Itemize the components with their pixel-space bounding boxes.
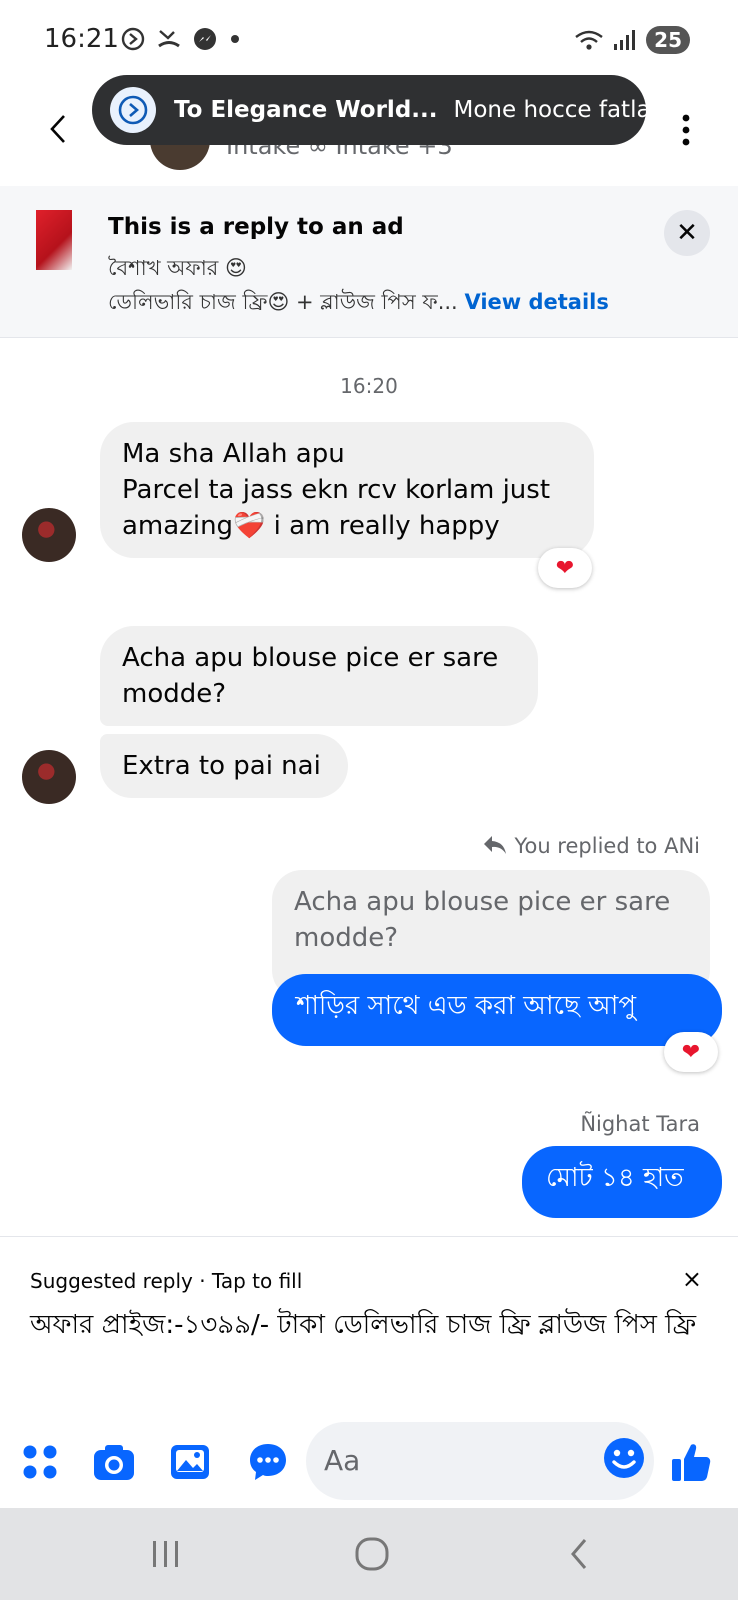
ad-reply-line1: বৈশাখ অফার 😍 xyxy=(108,256,247,280)
outgoing-message[interactable]: মোট ১৪ হাত xyxy=(522,1146,722,1218)
outgoing-message[interactable]: শাড়ির সাথে এড করা আছে আপু xyxy=(272,974,722,1046)
recent-apps-icon xyxy=(153,1541,178,1567)
reply-icon xyxy=(483,836,506,854)
suggested-reply-panel[interactable]: Suggested reply · Tap to fill × অফার প্র… xyxy=(0,1236,738,1416)
ad-reply-line2: ডেলিভারি চাজ ফ্রি😍 + ব্লাউজ পিস ফ... Vie… xyxy=(108,286,609,321)
message-timestamp: 16:20 xyxy=(340,374,398,398)
message-composer: Aa xyxy=(0,1416,738,1508)
wifi-icon xyxy=(575,30,603,50)
home-button[interactable] xyxy=(352,1534,392,1574)
chat-dots-icon xyxy=(250,1444,286,1480)
system-back-button[interactable] xyxy=(560,1534,600,1574)
toast-title: To Elegance World... xyxy=(174,97,438,123)
grid-dots-icon xyxy=(23,1445,57,1479)
ad-reply-desc: ডেলিভারি চাজ ফ্রি😍 + ব্লাউজ পিস ফ... xyxy=(108,290,458,314)
message-input[interactable]: Aa xyxy=(306,1422,654,1500)
message-text: মোট ১৪ হাত xyxy=(546,1163,684,1193)
recent-apps-button[interactable] xyxy=(146,1534,186,1574)
close-ad-button[interactable]: ✕ xyxy=(664,210,710,256)
incoming-message[interactable]: Ma sha Allah apu Parcel ta jass ekn rcv … xyxy=(100,422,594,558)
message-line: modde? xyxy=(122,679,227,709)
menu-button[interactable] xyxy=(16,1438,64,1486)
system-navigation-bar xyxy=(0,1508,738,1600)
dot-icon xyxy=(231,35,239,43)
close-icon: ✕ xyxy=(676,218,698,248)
ad-reply-panel: This is a reply to an ad বৈশাখ অফার 😍 ডে… xyxy=(0,186,738,338)
chat-bubble-button[interactable] xyxy=(244,1438,292,1486)
sync-icon xyxy=(118,95,148,125)
chevron-left-icon xyxy=(50,115,65,143)
chevron-left-icon xyxy=(571,1539,587,1569)
view-details-link[interactable]: View details xyxy=(464,290,608,314)
status-icons-right: 25 xyxy=(574,26,690,54)
more-vertical-icon xyxy=(682,114,690,146)
sync-icon xyxy=(121,27,145,51)
heart-icon: ❤ xyxy=(681,1039,701,1065)
heart-reaction[interactable]: ❤ xyxy=(664,1032,718,1072)
missed-call-icon xyxy=(158,30,180,48)
gallery-button[interactable] xyxy=(166,1438,214,1486)
back-button[interactable] xyxy=(40,104,76,154)
message-line: amazing❤️‍🩹 i am really happy xyxy=(122,511,500,541)
message-text: শাড়ির সাথে এড করা আছে আপু xyxy=(296,991,637,1021)
sender-avatar[interactable] xyxy=(22,750,76,804)
close-icon: × xyxy=(681,1265,702,1293)
camera-icon xyxy=(94,1445,134,1480)
thumbs-up-icon xyxy=(672,1444,711,1481)
ad-reply-title: This is a reply to an ad xyxy=(108,214,404,240)
emoji-button[interactable] xyxy=(602,1436,646,1484)
message-text: Extra to pai nai xyxy=(122,751,321,781)
close-suggestion-button[interactable]: × xyxy=(682,1265,702,1293)
quoted-line: Acha apu blouse pice er sare xyxy=(294,887,671,917)
incoming-message[interactable]: Acha apu blouse pice er sare modde? xyxy=(100,626,538,726)
message-line: Acha apu blouse pice er sare xyxy=(122,643,499,673)
signal-icon xyxy=(614,30,636,50)
incoming-message[interactable]: Extra to pai nai xyxy=(100,734,348,798)
toast-message: Mone hocce fatla xyxy=(453,97,651,123)
suggested-reply-text[interactable]: অফার প্রাইজ:-১৩৯৯/- টাকা ডেলিভারি চাজ ফ্… xyxy=(30,1305,710,1345)
sender-name: Ñighat Tara xyxy=(580,1112,700,1136)
more-options-button[interactable] xyxy=(678,110,694,150)
messenger-icon xyxy=(194,28,216,50)
app-icon xyxy=(110,87,156,133)
like-button[interactable] xyxy=(666,1438,716,1486)
status-icons-left xyxy=(120,26,242,52)
emoji-icon xyxy=(604,1438,644,1478)
home-icon xyxy=(355,1537,389,1571)
sender-avatar[interactable] xyxy=(22,508,76,562)
battery-indicator: 25 xyxy=(646,26,690,54)
message-line: Ma sha Allah apu xyxy=(122,439,345,469)
heart-icon: ❤ xyxy=(555,555,575,581)
status-bar: 16:21 25 xyxy=(0,0,738,80)
message-line: Parcel ta jass ekn rcv korlam just xyxy=(122,475,551,505)
ad-thumbnail[interactable] xyxy=(36,210,72,270)
status-time: 16:21 xyxy=(44,24,119,54)
suggested-reply-header: Suggested reply · Tap to fill xyxy=(30,1269,303,1293)
reply-label: You replied to ANi xyxy=(482,834,700,858)
camera-button[interactable] xyxy=(90,1438,138,1486)
quoted-line: modde? xyxy=(294,923,399,953)
image-icon xyxy=(171,1445,209,1479)
heart-reaction[interactable]: ❤ xyxy=(538,548,592,588)
message-input-placeholder: Aa xyxy=(324,1444,361,1477)
notification-toast[interactable]: To Elegance World... Mone hocce fatla xyxy=(92,75,651,145)
